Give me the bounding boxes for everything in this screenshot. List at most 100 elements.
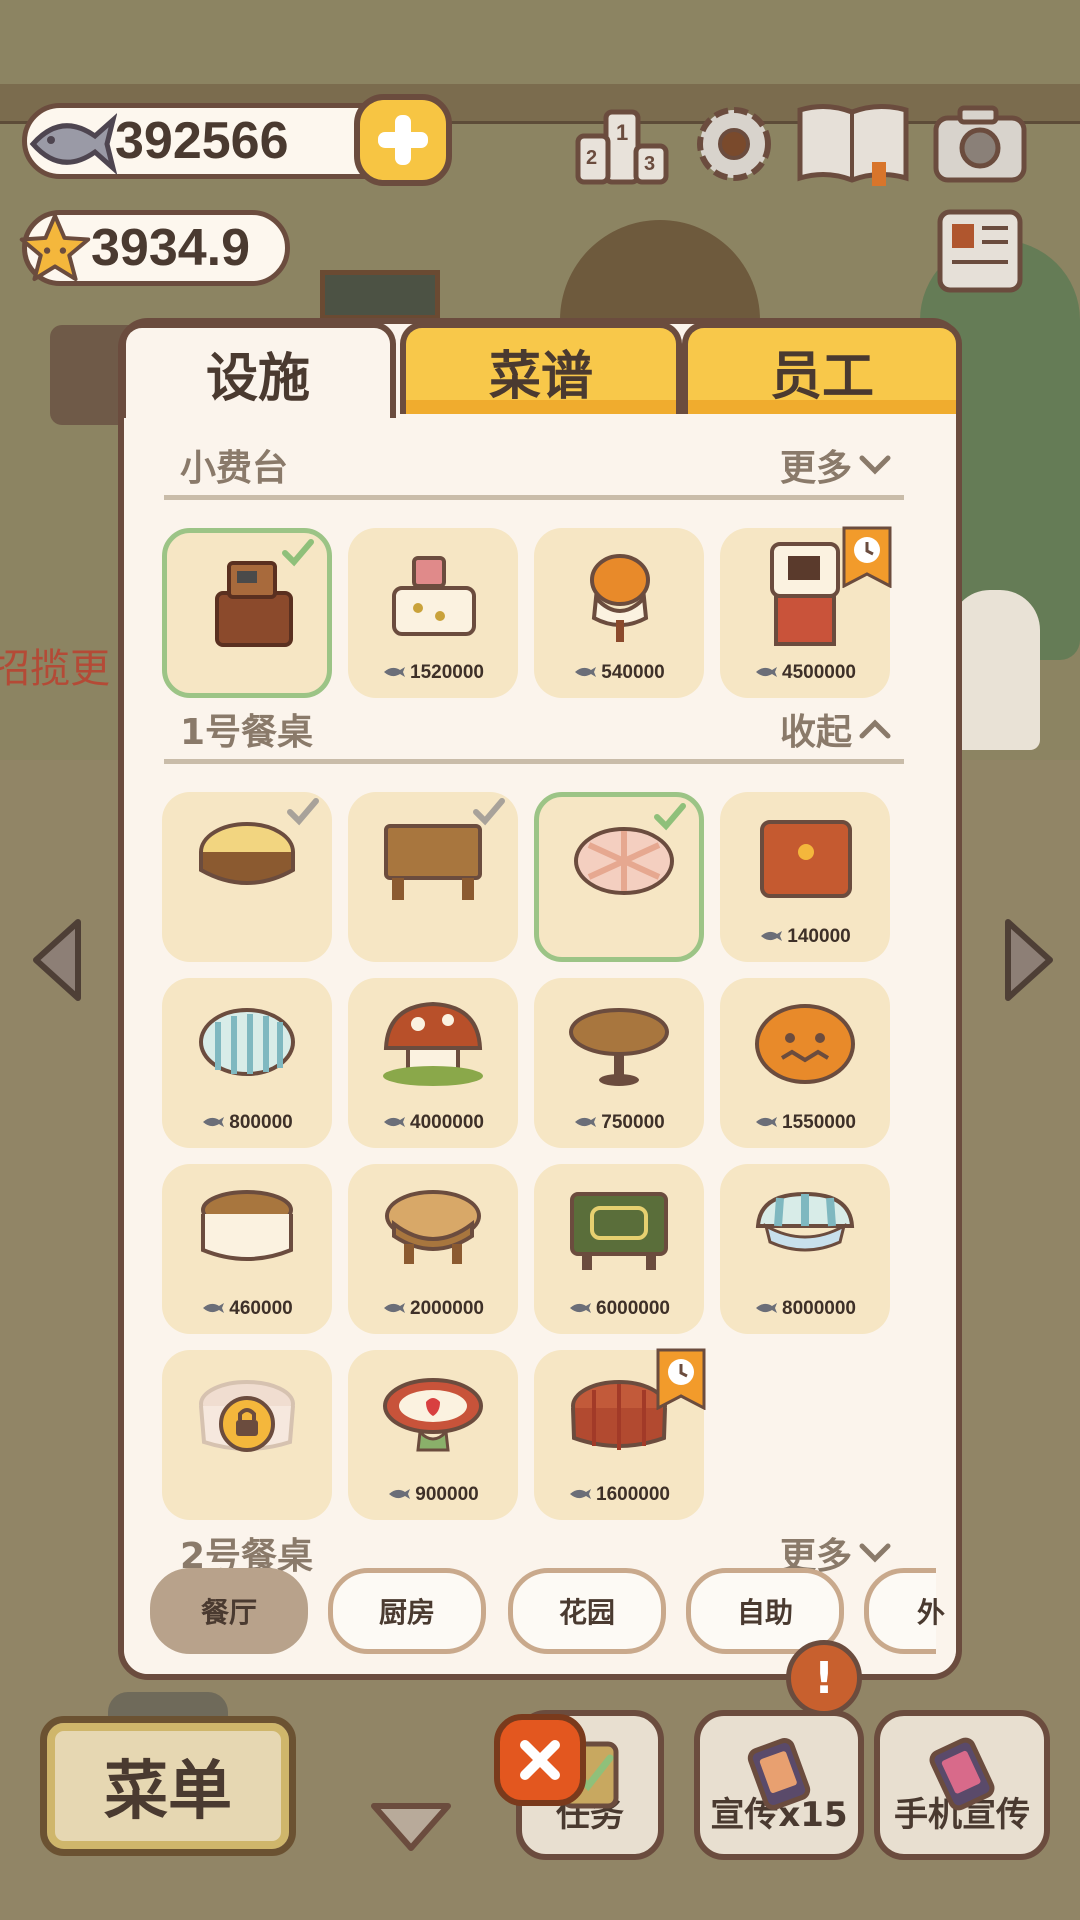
menu-button[interactable]: 菜单 bbox=[40, 1716, 296, 1856]
chevron-up-icon bbox=[859, 719, 891, 739]
newspaper-icon bbox=[937, 209, 1023, 293]
table-card[interactable] bbox=[534, 792, 704, 962]
close-icon bbox=[520, 1740, 560, 1780]
mushroom-table-icon bbox=[383, 1001, 483, 1086]
fish-icon bbox=[756, 667, 778, 677]
paw-rug-table-icon bbox=[760, 820, 852, 898]
limited-time-badge-icon bbox=[842, 526, 892, 588]
price-label: 1520000 bbox=[348, 662, 518, 684]
table-card[interactable] bbox=[348, 792, 518, 962]
locked-table-icon bbox=[199, 1380, 295, 1452]
section-tip-counter: 小费台 更多 bbox=[164, 444, 904, 500]
newspaper-button[interactable] bbox=[930, 206, 1030, 298]
gear-icon bbox=[697, 107, 771, 181]
table-card[interactable]: 1600000 bbox=[534, 1348, 706, 1520]
tip-counter-card[interactable] bbox=[162, 528, 332, 698]
filter-restaurant[interactable]: 餐厅 bbox=[150, 1568, 308, 1654]
add-coins-button[interactable] bbox=[354, 94, 452, 186]
promote-button[interactable]: 宣传x15 bbox=[694, 1710, 864, 1860]
price-label: 4500000 bbox=[720, 662, 890, 684]
tab-staff[interactable]: 员工 bbox=[682, 322, 962, 414]
expand-toggle[interactable]: 更多 bbox=[780, 439, 892, 491]
bread-table-icon bbox=[201, 1190, 293, 1261]
fish-coin-value: 392566 bbox=[115, 112, 289, 170]
table-card[interactable]: 750000 bbox=[534, 978, 704, 1148]
check-icon bbox=[473, 798, 505, 826]
table-card[interactable]: 800000 bbox=[162, 978, 332, 1148]
collapse-arrow-icon[interactable] bbox=[366, 1796, 456, 1856]
table-card[interactable]: 4000000 bbox=[348, 978, 518, 1148]
fish-icon bbox=[384, 667, 406, 677]
filter-kitchen[interactable]: 厨房 bbox=[328, 1568, 486, 1654]
tip-counter-card[interactable]: 540000 bbox=[534, 528, 704, 698]
star-counter: 3934.9 bbox=[19, 210, 290, 286]
star-value: 3934.9 bbox=[91, 219, 251, 277]
price-label: 6000000 bbox=[534, 1298, 704, 1320]
tip-counter-card[interactable]: 4500000 bbox=[720, 526, 892, 698]
podium-icon: 1 2 3 bbox=[575, 109, 669, 185]
table-card[interactable]: 900000 bbox=[348, 1350, 518, 1520]
pumpkin-stand-icon bbox=[590, 554, 650, 642]
star-icon bbox=[19, 213, 91, 282]
fish-icon bbox=[29, 113, 117, 175]
previous-arrow-icon[interactable] bbox=[22, 912, 92, 1008]
round-stool-table-icon bbox=[385, 1190, 481, 1264]
price-label: 800000 bbox=[162, 1112, 332, 1134]
table-card[interactable]: 6000000 bbox=[534, 1164, 704, 1334]
phone-icon bbox=[929, 1737, 995, 1811]
price-label: 140000 bbox=[720, 926, 890, 948]
fish-icon bbox=[384, 1117, 406, 1127]
pumpkin-table-icon bbox=[755, 1004, 855, 1084]
fish-icon bbox=[389, 1489, 411, 1499]
chevron-down-icon bbox=[859, 1543, 891, 1563]
check-icon bbox=[287, 798, 319, 826]
alert-badge: ! bbox=[786, 1640, 862, 1716]
phone-promote-button[interactable]: 手机宣传 bbox=[874, 1710, 1050, 1860]
next-arrow-icon[interactable] bbox=[994, 912, 1064, 1008]
price-label: 4000000 bbox=[348, 1112, 518, 1134]
fish-icon bbox=[203, 1303, 225, 1313]
chevron-down-icon bbox=[859, 455, 891, 475]
round-wooden-table-icon bbox=[569, 1008, 669, 1086]
price-label: 900000 bbox=[348, 1484, 518, 1506]
tab-facilities[interactable]: 设施 bbox=[120, 322, 396, 418]
camera-button[interactable] bbox=[930, 98, 1030, 190]
table-card[interactable]: 2000000 bbox=[348, 1164, 518, 1334]
settings-button[interactable] bbox=[684, 98, 784, 190]
background-text: 招揽更 bbox=[0, 646, 110, 692]
table-card[interactable] bbox=[162, 792, 332, 962]
customer-cat bbox=[950, 590, 1040, 750]
price-label: 1550000 bbox=[720, 1112, 890, 1134]
fish-icon bbox=[384, 1303, 406, 1313]
tab-recipes[interactable]: 菜谱 bbox=[400, 322, 682, 414]
section-title: 1号餐桌 bbox=[180, 712, 314, 753]
table-card[interactable]: 1550000 bbox=[720, 978, 890, 1148]
fish-bone-sign bbox=[320, 270, 440, 320]
camera-icon bbox=[933, 105, 1027, 183]
filter-garden[interactable]: 花园 bbox=[508, 1568, 666, 1654]
section-table-1: 1号餐桌 收起 bbox=[164, 708, 904, 764]
price-label: 460000 bbox=[162, 1298, 332, 1320]
table-card[interactable]: 460000 bbox=[162, 1164, 332, 1334]
fish-icon bbox=[756, 1303, 778, 1313]
price-label: 750000 bbox=[534, 1112, 704, 1134]
check-icon bbox=[654, 803, 686, 831]
fish-icon bbox=[203, 1117, 225, 1127]
collapse-toggle[interactable]: 收起 bbox=[780, 703, 892, 755]
tip-counter-card[interactable]: 1520000 bbox=[348, 528, 518, 698]
book-icon bbox=[797, 104, 909, 186]
fish-icon bbox=[761, 931, 783, 941]
filter-outdoor[interactable]: 外 bbox=[864, 1568, 945, 1654]
decoration-panel: 小费台 更多 1520000 540000 4500000 1号餐桌 收起 14… bbox=[118, 318, 962, 1680]
table-card[interactable]: 8000000 bbox=[720, 1164, 890, 1334]
svg-text:2: 2 bbox=[586, 147, 597, 169]
billiard-table-icon bbox=[570, 1192, 668, 1270]
ranking-button[interactable]: 1 2 3 bbox=[572, 98, 672, 190]
table-card[interactable] bbox=[162, 1350, 332, 1520]
table-card[interactable]: 140000 bbox=[720, 792, 890, 962]
gift-counter-icon bbox=[392, 556, 476, 636]
fish-icon bbox=[575, 667, 597, 677]
limited-time-badge-icon bbox=[656, 1348, 706, 1410]
close-button[interactable] bbox=[494, 1714, 586, 1806]
recipe-book-button[interactable] bbox=[794, 98, 912, 190]
